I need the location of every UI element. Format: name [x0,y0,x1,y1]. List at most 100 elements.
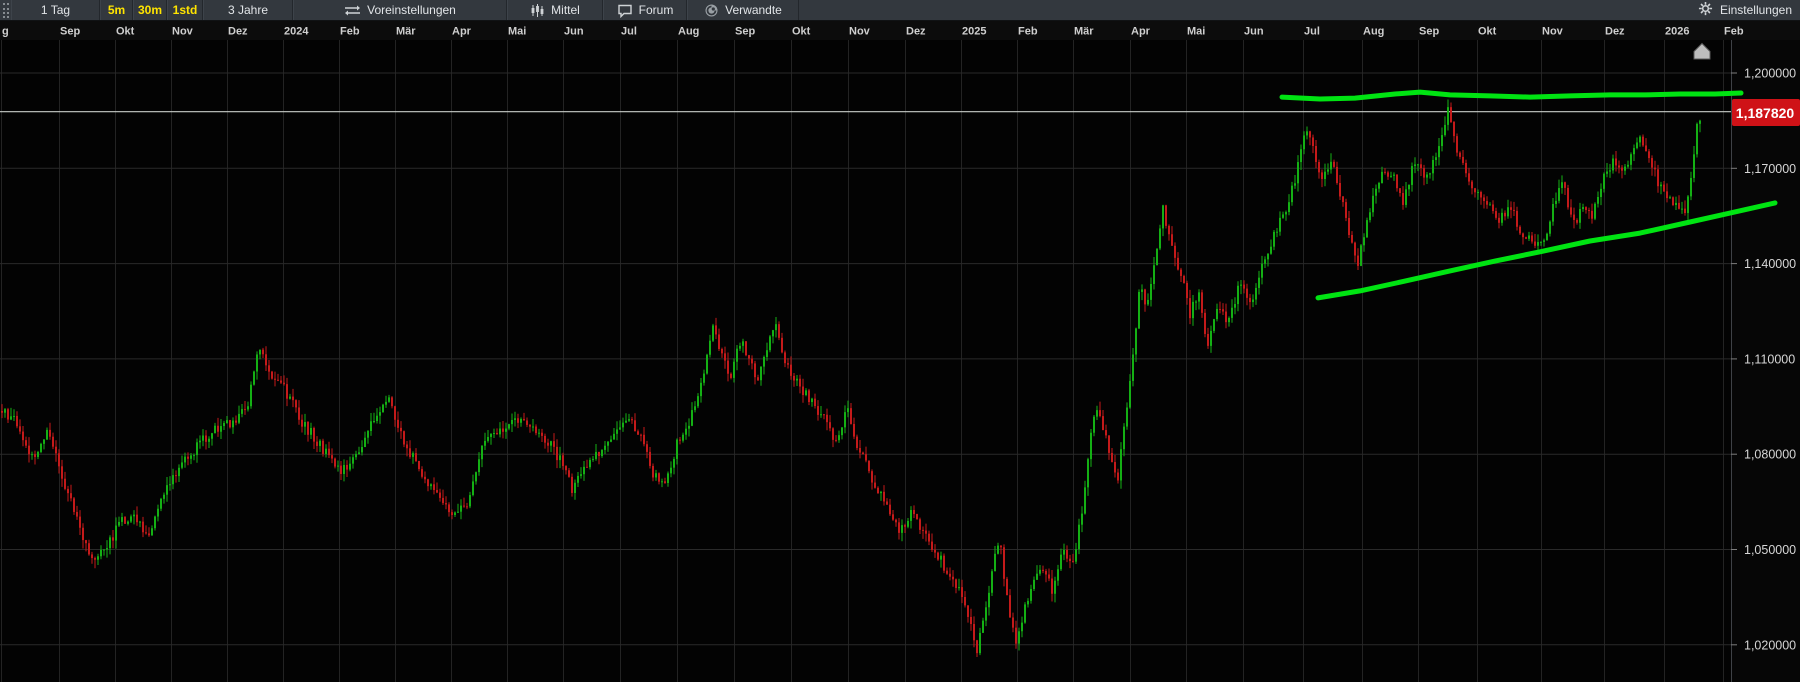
mittel-button[interactable]: Mittel [507,0,603,20]
candle-body [169,484,171,485]
candle-body [1417,164,1419,165]
candle-body [694,406,696,410]
candle-body [1636,142,1638,148]
einstellungen-label: Einstellungen [1720,3,1792,17]
candle-body [76,512,78,517]
candle-body [1333,162,1335,167]
candle-body [106,548,108,549]
y-axis[interactable]: 1,2000001,1700001,1400001,1100001,080000… [1731,40,1800,682]
candle-body [649,452,651,466]
candle-body [1654,168,1656,170]
timeframe-1std-button[interactable]: 1std [167,0,203,20]
candle-body [262,350,264,355]
candle-body [1699,121,1701,124]
candle-body [472,481,474,495]
candle-body [1456,136,1458,153]
candle-body [1528,235,1530,238]
candle-body [634,420,636,431]
candle-body [1363,237,1365,245]
voreinstellungen-button[interactable]: Voreinstellungen [293,0,507,20]
toolbar-grip-handle[interactable] [0,0,11,20]
candle-body [1543,240,1545,242]
candle-body [457,512,459,513]
candle-body [322,441,324,454]
candle-body [1573,215,1575,220]
candle-body [697,396,699,406]
verwandte-button[interactable]: Verwandte [687,0,799,20]
candle-body [685,429,687,435]
x-axis-label: Dez [1605,26,1625,38]
einstellungen-button[interactable]: Einstellungen [1692,0,1800,20]
candle-body [577,476,579,483]
candle-body [310,428,312,435]
candle-body [715,325,717,334]
x-axis-label: Sep [1419,26,1439,38]
candle-body [475,472,477,481]
range-3jahre-button[interactable]: 3 Jahre [203,0,293,20]
candle-body [445,503,447,504]
candle-body [7,409,9,419]
x-axis-label: Nov [849,26,871,38]
candle-body [1114,462,1116,472]
candle-body [1048,574,1050,578]
candle-body [1378,183,1380,189]
candle-body [1009,595,1011,617]
candle-body [895,520,897,523]
candle-body [1219,309,1221,310]
candle-body [1099,410,1101,416]
candle-body [589,460,591,467]
candle-body [1672,197,1674,205]
candle-body [1120,449,1122,480]
candle-body [1564,182,1566,188]
candle-body [1096,410,1098,417]
candle-body [340,466,342,474]
candle-body [232,421,234,428]
x-axis-label: Okt [792,26,811,38]
candle-body [535,426,537,433]
presets-sliders-icon [344,3,361,18]
candle-body [1102,416,1104,430]
chart-canvas[interactable]: gSepOktNovDez2024FebMärAprMaiJunJulAugSe… [0,21,1800,682]
candle-body [355,454,357,457]
candle-body [739,346,741,349]
candle-body [139,522,141,523]
candle-body [502,429,504,432]
candle-body [1177,258,1179,270]
candle-body [1441,135,1443,146]
timeframe-1tag-button[interactable]: 1 Tag [11,0,100,20]
candle-body [436,490,438,493]
candle-body [334,459,336,467]
candle-body [856,437,858,448]
candle-body [973,624,975,640]
candle-body [1312,137,1314,146]
candle-body [619,427,621,429]
candle-body [94,558,96,560]
candle-body [565,466,567,470]
candle-body [349,464,351,470]
forum-button[interactable]: Forum [603,0,687,20]
candle-body [1297,162,1299,183]
candle-body [607,442,609,446]
candle-body [1684,209,1686,213]
chart-background[interactable] [0,40,1800,682]
candle-body [1111,453,1113,462]
candle-body [988,593,990,608]
candle-body [829,422,831,428]
range-3jahre-button-label: 3 Jahre [228,3,268,17]
candle-body [247,406,249,409]
timeframe-30m-button[interactable]: 30m [133,0,167,20]
related-icon [704,3,719,18]
candle-body [604,446,606,450]
x-axis-strip-bg[interactable] [0,21,1800,40]
x-axis-label: Apr [1131,26,1151,38]
candle-body [823,414,825,415]
candle-body [1216,309,1218,319]
candle-body [1666,191,1668,198]
timeframe-5m-button[interactable]: 5m [100,0,133,20]
candle-body [1465,163,1467,173]
candle-body [1324,172,1326,179]
mittel-button-label: Mittel [551,3,580,17]
candle-body [1285,212,1287,214]
candle-body [1309,131,1311,137]
candle-body [958,587,960,588]
